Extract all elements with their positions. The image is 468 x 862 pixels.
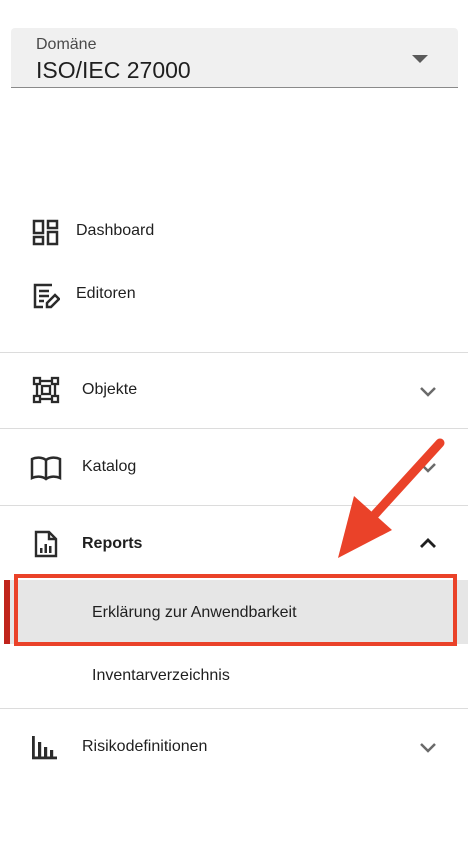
nav-item-editors[interactable]: Editoren: [0, 268, 468, 320]
nav-label-catalog: Katalog: [82, 458, 137, 475]
annotation-arrow-icon: [338, 438, 445, 558]
nav-item-risk-definitions[interactable]: Risikodefinitionen: [0, 709, 468, 785]
dropdown-caret-icon[interactable]: [412, 55, 428, 63]
domain-label: Domäne: [36, 36, 97, 53]
chevron-down-icon[interactable]: [418, 381, 438, 401]
nav-item-objects[interactable]: Objekte: [0, 353, 468, 428]
object-graph-icon: [32, 376, 60, 404]
chevron-down-icon[interactable]: [418, 737, 438, 757]
nav-item-dashboard[interactable]: Dashboard: [0, 205, 468, 257]
nav-label-editors: Editoren: [76, 285, 136, 302]
domain-select[interactable]: Domäne ISO/IEC 27000: [11, 28, 458, 88]
nav-label-dashboard: Dashboard: [76, 222, 155, 239]
report-item-label: Inventarverzeichnis: [92, 667, 230, 684]
bar-chart-icon: [30, 733, 58, 761]
nav-label-reports: Reports: [82, 535, 143, 552]
dashboard-icon: [32, 219, 60, 247]
book-icon: [30, 453, 62, 481]
nav-label-risk-definitions: Risikodefinitionen: [82, 738, 208, 755]
report-item-inventory[interactable]: Inventarverzeichnis: [0, 644, 468, 708]
domain-value: ISO/IEC 27000: [36, 57, 191, 83]
nav-label-objects: Objekte: [82, 381, 138, 398]
edit-note-icon: [32, 282, 60, 310]
highlight-box: [14, 574, 457, 646]
report-doc-icon: [32, 530, 60, 558]
